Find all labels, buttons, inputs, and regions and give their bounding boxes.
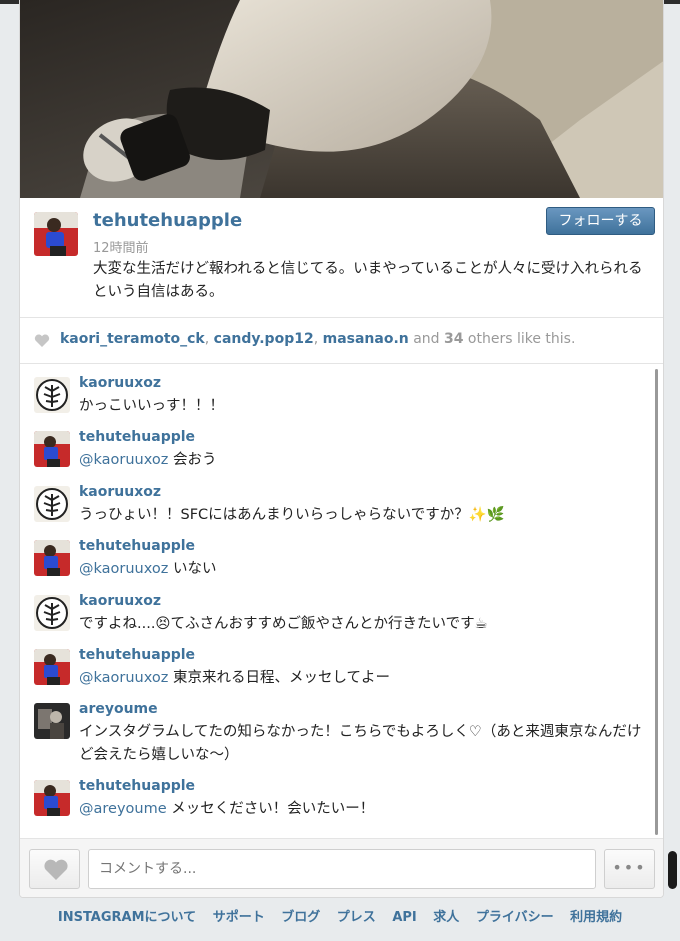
footer-link-privacy[interactable]: プライバシー bbox=[476, 910, 554, 925]
comment-body: メッセください！会いたいー！ bbox=[166, 801, 375, 817]
footer-link-jobs[interactable]: 求人 bbox=[433, 910, 459, 925]
comment-body: うっひょい！！SFCにはあんまりいらっしゃらないですか？✨🌿 bbox=[79, 507, 505, 523]
commenter-avatar[interactable] bbox=[34, 377, 70, 413]
comment-body: いない bbox=[168, 561, 217, 577]
likes-summary: kaori_teramoto_ck, candy.pop12, masanao.… bbox=[20, 318, 663, 364]
commenter-avatar[interactable] bbox=[34, 540, 70, 576]
liker-link[interactable]: masanao.n bbox=[323, 331, 409, 347]
commenter-username[interactable]: kaoruuxoz bbox=[79, 375, 161, 391]
comment-input[interactable] bbox=[88, 849, 596, 889]
comment-mention[interactable]: @areyoume bbox=[79, 801, 167, 817]
more-options-button[interactable]: ••• bbox=[604, 849, 655, 889]
commenter-avatar[interactable] bbox=[34, 595, 70, 631]
commenter-avatar[interactable] bbox=[34, 649, 70, 685]
comment-text: @areyoume メッセください！会いたいー！ bbox=[79, 798, 654, 821]
commenter-username[interactable]: tehutehuapple bbox=[79, 647, 195, 663]
footer-link-press[interactable]: プレス bbox=[337, 910, 376, 925]
comment-text: うっひょい！！SFCにはあんまりいらっしゃらないですか？✨🌿 bbox=[79, 504, 654, 527]
author-username[interactable]: tehutehuapple bbox=[93, 210, 242, 231]
commenter-username[interactable]: kaoruuxoz bbox=[79, 484, 161, 500]
post-card: tehutehuapple 12時間前 大変な生活だけど報われると信じてる。いま… bbox=[19, 0, 664, 898]
likes-count[interactable]: 34 bbox=[444, 331, 463, 347]
commenter-avatar[interactable] bbox=[34, 780, 70, 816]
comment-body: インスタグラムしてたの知らなかった！こちらでもよろしく♡（あと来週東京なんだけど… bbox=[79, 724, 642, 763]
comment-body: かっこいいっす！！！ bbox=[79, 398, 224, 414]
comment-list[interactable]: kaoruuxoz かっこいいっす！！！ tehutehuapple @kaor… bbox=[20, 365, 663, 838]
liker-link[interactable]: candy.pop12 bbox=[214, 331, 314, 347]
footer-link-support[interactable]: サポート bbox=[213, 910, 265, 925]
footer-link-blog[interactable]: ブログ bbox=[281, 910, 320, 925]
comment-body: 東京来れる日程、メッセしてよー bbox=[168, 670, 391, 686]
commenter-avatar[interactable] bbox=[34, 486, 70, 522]
commenter-username[interactable]: tehutehuapple bbox=[79, 778, 195, 794]
comment-text: @kaoruuxoz いない bbox=[79, 558, 654, 581]
footer-link-about[interactable]: INSTAGRAMについて bbox=[58, 910, 196, 925]
commenter-username[interactable]: tehutehuapple bbox=[79, 429, 195, 445]
comment-scrollbar[interactable] bbox=[655, 369, 658, 835]
comment-mention[interactable]: @kaoruuxoz bbox=[79, 561, 168, 577]
commenter-avatar[interactable] bbox=[34, 703, 70, 739]
author-avatar[interactable] bbox=[34, 212, 78, 256]
post-timestamp[interactable]: 12時間前 bbox=[93, 237, 149, 256]
comment-body: ですよね....😣てふさんおすすめご飯やさんとか行きたいです☕ bbox=[79, 616, 488, 632]
heart-icon bbox=[34, 334, 50, 347]
commenter-username[interactable]: kaoruuxoz bbox=[79, 593, 161, 609]
post-header: tehutehuapple 12時間前 大変な生活だけど報われると信じてる。いま… bbox=[20, 198, 663, 318]
comment-text: かっこいいっす！！！ bbox=[79, 395, 654, 418]
comment-text: ですよね....😣てふさんおすすめご飯やさんとか行きたいです☕ bbox=[79, 613, 654, 636]
commenter-avatar[interactable] bbox=[34, 431, 70, 467]
comment-mention[interactable]: @kaoruuxoz bbox=[79, 452, 168, 468]
page-scrollbar[interactable] bbox=[668, 851, 677, 889]
footer-link-terms[interactable]: 利用規約 bbox=[570, 910, 622, 925]
liker-separator: , bbox=[204, 331, 214, 347]
liker-separator: , bbox=[313, 331, 323, 347]
comment-body: 会おう bbox=[168, 452, 217, 468]
likes-and-text: and bbox=[408, 331, 444, 347]
follow-button[interactable]: フォローする bbox=[546, 207, 655, 235]
heart-icon bbox=[44, 859, 68, 880]
comment-text: @kaoruuxoz 東京来れる日程、メッセしてよー bbox=[79, 667, 654, 690]
commenter-username[interactable]: tehutehuapple bbox=[79, 538, 195, 554]
comment-bar: ••• bbox=[20, 838, 663, 897]
post-caption: 大変な生活だけど報われると信じてる。いまやっていることが人々に受け入れられるとい… bbox=[93, 261, 643, 300]
likes-others-text[interactable]: others like this. bbox=[463, 331, 576, 347]
footer-link-api[interactable]: API bbox=[392, 910, 416, 925]
comment-text: インスタグラムしてたの知らなかった！こちらでもよろしく♡（あと来週東京なんだけど… bbox=[79, 721, 654, 767]
comment-text: @kaoruuxoz 会おう bbox=[79, 449, 654, 472]
comment-mention[interactable]: @kaoruuxoz bbox=[79, 670, 168, 686]
footer-nav: INSTAGRAMについて サポート ブログ プレス API 求人 プライバシー… bbox=[0, 906, 680, 928]
post-photo[interactable] bbox=[20, 0, 663, 198]
liker-link[interactable]: kaori_teramoto_ck bbox=[60, 331, 205, 347]
commenter-username[interactable]: areyoume bbox=[79, 701, 158, 717]
like-button[interactable] bbox=[29, 849, 80, 889]
